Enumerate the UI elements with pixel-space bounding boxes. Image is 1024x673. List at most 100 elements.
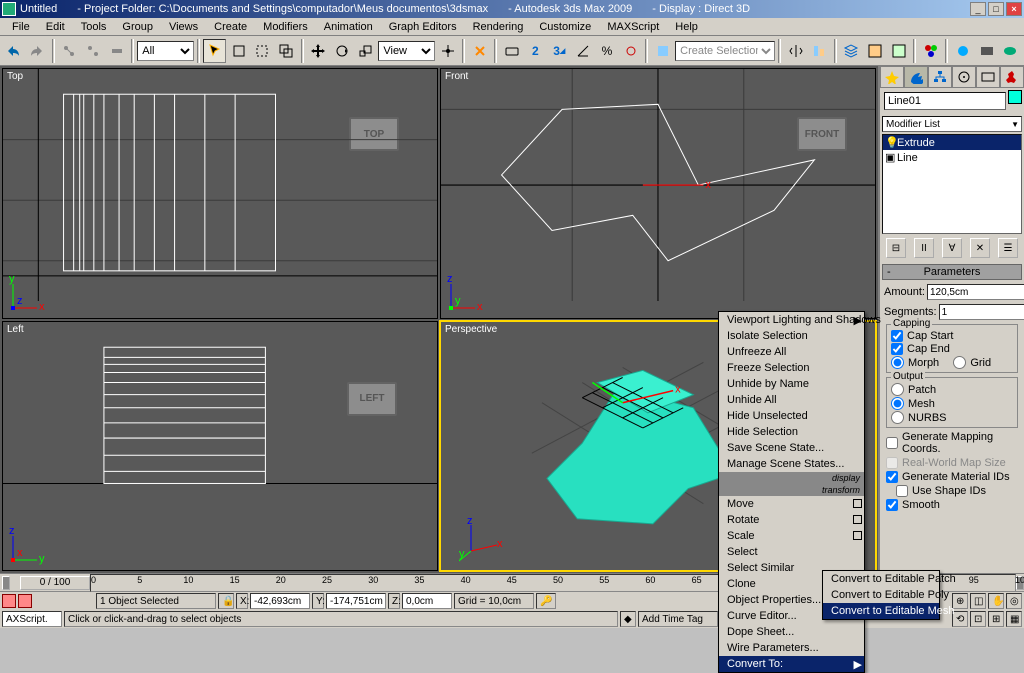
menu-grapheditors[interactable]: Graph Editors (381, 21, 465, 33)
named-selection-dropdown[interactable]: Create Selection Set (675, 41, 775, 61)
show-end-result-button[interactable]: II (914, 238, 934, 258)
nav-button-7[interactable]: ⊞ (988, 611, 1004, 627)
redo-button[interactable] (26, 39, 49, 63)
morph-radio[interactable] (891, 356, 904, 369)
create-tab[interactable] (880, 66, 904, 88)
manipulate-button[interactable] (468, 39, 491, 63)
schematic-view-button[interactable] (888, 39, 911, 63)
configure-sets-button[interactable]: ☰ (998, 238, 1018, 258)
parameters-rollout[interactable]: -Parameters (882, 264, 1022, 280)
modifier-stack[interactable]: 💡Extrude ▣Line (882, 134, 1022, 234)
ctx-convert-poly[interactable]: Convert to Editable Poly (823, 587, 939, 603)
maximize-button[interactable]: □ (988, 2, 1004, 16)
ref-coord-dropdown[interactable]: View (378, 41, 435, 61)
quick-render-button[interactable] (999, 39, 1022, 63)
z-coord[interactable]: 0,0cm (402, 593, 452, 609)
cap-end-checkbox[interactable] (891, 343, 903, 355)
nav-button-4[interactable]: ◎ (1006, 593, 1022, 609)
utilities-tab[interactable] (1000, 66, 1024, 88)
menu-modifiers[interactable]: Modifiers (255, 21, 316, 33)
snap-3d-button[interactable]: 3◢ (548, 39, 571, 63)
menu-customize[interactable]: Customize (531, 21, 599, 33)
menu-create[interactable]: Create (206, 21, 255, 33)
menu-views[interactable]: Views (161, 21, 206, 33)
mirror-button[interactable] (784, 39, 807, 63)
move-button[interactable] (307, 39, 330, 63)
time-tag-icon[interactable]: ◆ (620, 611, 636, 627)
material-editor-button[interactable] (919, 39, 942, 63)
use-shapeids-checkbox[interactable] (896, 485, 908, 497)
hierarchy-tab[interactable] (928, 66, 952, 88)
ctx-save-state[interactable]: Save Scene State... (719, 440, 864, 456)
autokey-button[interactable]: 🔑 (536, 593, 556, 609)
ctx-isolate[interactable]: Isolate Selection (719, 328, 864, 344)
mesh-radio[interactable] (891, 397, 904, 410)
modifier-list-dropdown[interactable]: Modifier List (882, 116, 1022, 132)
rotate-button[interactable] (331, 39, 354, 63)
undo-button[interactable] (2, 39, 25, 63)
amount-input[interactable] (927, 284, 1024, 300)
add-time-tag[interactable]: Add Time Tag (638, 611, 718, 627)
viewport-left[interactable]: Left LEFT zyx (2, 321, 438, 572)
ctx-rotate[interactable]: Rotate (719, 512, 864, 528)
curve-editor-button[interactable] (864, 39, 887, 63)
nav-button-8[interactable]: ▦ (1006, 611, 1022, 627)
ctx-select[interactable]: Select (719, 544, 864, 560)
menu-file[interactable]: File (4, 21, 38, 33)
ctx-manage-states[interactable]: Manage Scene States... (719, 456, 864, 472)
script-listener[interactable]: AXScript. (2, 611, 62, 627)
nurbs-radio[interactable] (891, 411, 904, 424)
link-button[interactable] (58, 39, 81, 63)
ctx-unhide-name[interactable]: Unhide by Name (719, 376, 864, 392)
menu-tools[interactable]: Tools (73, 21, 115, 33)
keyboard-shortcut-button[interactable] (500, 39, 523, 63)
unlink-button[interactable] (82, 39, 105, 63)
render-setup-button[interactable] (951, 39, 974, 63)
cap-start-checkbox[interactable] (891, 330, 903, 342)
stack-line[interactable]: ▣Line (883, 150, 1021, 165)
ctx-hide-sel[interactable]: Hide Selection (719, 424, 864, 440)
menu-help[interactable]: Help (667, 21, 706, 33)
object-color-swatch[interactable] (1008, 90, 1022, 104)
quad-submenu-convert[interactable]: Convert to Editable Patch Convert to Edi… (822, 570, 940, 620)
layer-manager-button[interactable] (840, 39, 863, 63)
ctx-lighting[interactable]: Viewport Lighting and Shadows▶ (719, 312, 864, 328)
render-frame-button[interactable] (975, 39, 998, 63)
grid-radio[interactable] (953, 356, 966, 369)
nav-button-2[interactable]: ◫ (970, 593, 986, 609)
select-region-button[interactable] (251, 39, 274, 63)
timeline-scroll-left[interactable] (2, 576, 10, 590)
y-coord[interactable]: -174,751cm (326, 593, 386, 609)
menu-animation[interactable]: Animation (316, 21, 381, 33)
viewport-front[interactable]: Front FRONT x zxy (440, 68, 876, 319)
segments-input[interactable] (939, 304, 1024, 320)
menu-maxscript[interactable]: MAXScript (599, 21, 667, 33)
percent-snap-button[interactable]: % (596, 39, 619, 63)
pivot-button[interactable] (436, 39, 459, 63)
scale-button[interactable] (354, 39, 377, 63)
viewport-top[interactable]: Top TOP yxz (2, 68, 438, 319)
menu-rendering[interactable]: Rendering (465, 21, 532, 33)
prev-key-button[interactable] (2, 594, 16, 608)
window-crossing-button[interactable] (275, 39, 298, 63)
select-by-name-button[interactable] (227, 39, 250, 63)
modify-tab[interactable] (904, 66, 928, 88)
ctx-unfreeze-all[interactable]: Unfreeze All (719, 344, 864, 360)
edit-selection-set-button[interactable] (651, 39, 674, 63)
lock-selection-button[interactable]: 🔒 (218, 593, 234, 609)
ctx-convert-mesh[interactable]: Convert to Editable Mesh (823, 603, 939, 619)
x-coord[interactable]: -42,693cm (250, 593, 310, 609)
time-slider[interactable]: 0 / 100 (20, 576, 90, 590)
make-unique-button[interactable]: ∀ (942, 238, 962, 258)
next-key-button[interactable] (18, 594, 32, 608)
smooth-checkbox[interactable] (886, 499, 898, 511)
ctx-dope-sheet[interactable]: Dope Sheet... (719, 624, 864, 640)
ctx-scale[interactable]: Scale (719, 528, 864, 544)
angle-snap-button[interactable] (572, 39, 595, 63)
ctx-convert-patch[interactable]: Convert to Editable Patch (823, 571, 939, 587)
snap-2d-button[interactable]: 2 (524, 39, 547, 63)
remove-modifier-button[interactable]: ✕ (970, 238, 990, 258)
nav-button-3[interactable]: ✋ (988, 593, 1004, 609)
ctx-unhide-all[interactable]: Unhide All (719, 392, 864, 408)
select-object-button[interactable] (203, 39, 226, 63)
